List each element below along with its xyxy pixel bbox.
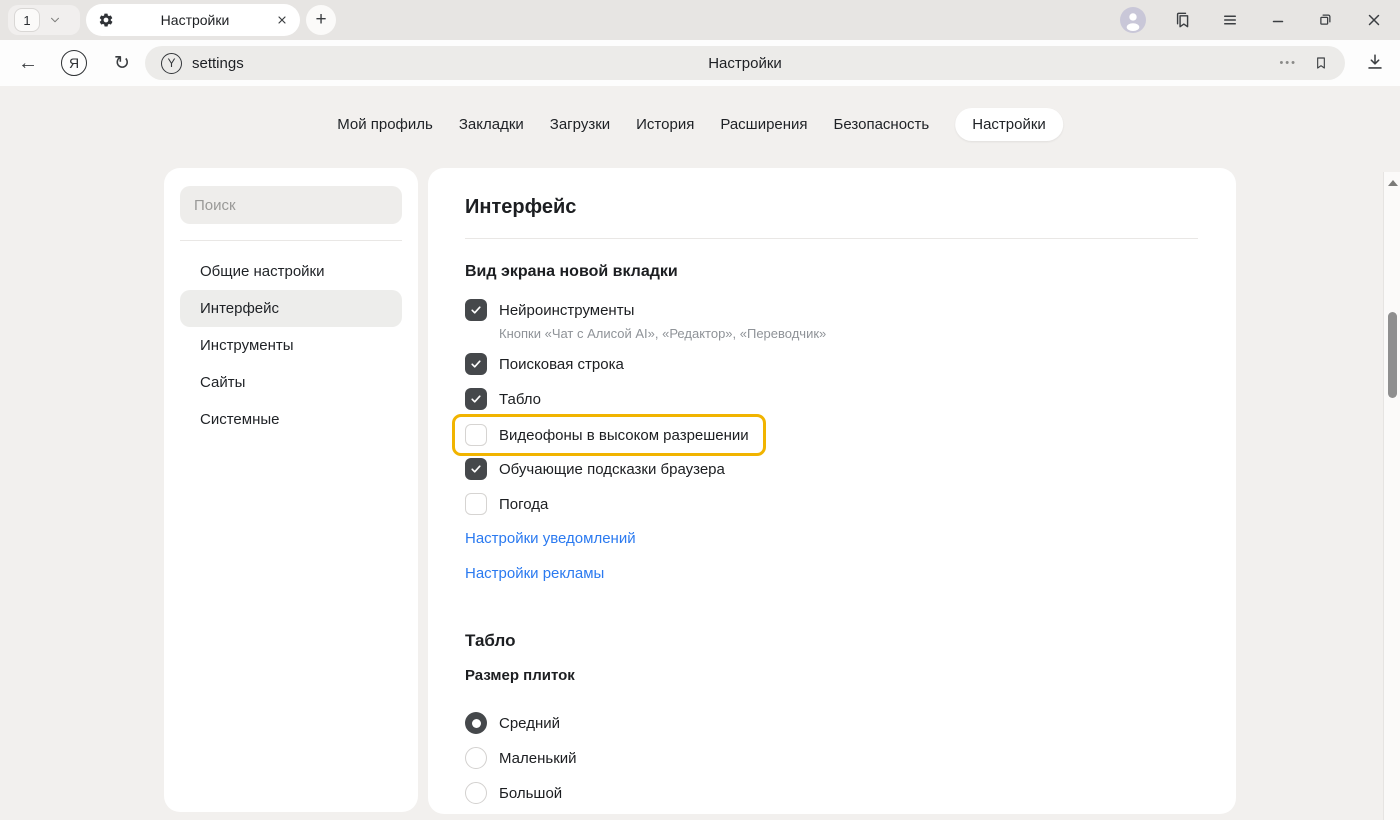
settings-nav-tabs: Мой профиль Закладки Загрузки История Ра… (337, 108, 1063, 141)
address-page-title: Настройки (145, 55, 1345, 72)
back-button[interactable]: ← (14, 49, 42, 77)
checkbox-checked-icon[interactable] (465, 353, 487, 375)
checkbox-row-browser-tips[interactable]: Обучающие подсказки браузера (465, 456, 1198, 482)
section-title-new-tab-view: Вид экрана новой вкладки (465, 261, 1198, 282)
yandex-logo-icon[interactable]: Я (61, 50, 87, 76)
bookmarks-panel-icon[interactable] (1171, 8, 1195, 32)
checkbox-subtitle: Кнопки «Чат с Алисой AI», «Редактор», «П… (499, 325, 1198, 342)
new-tab-button[interactable]: + (306, 5, 336, 35)
page-title: Интерфейс (465, 194, 1198, 220)
highlight-box: Видеофоны в высоком разрешении (452, 414, 766, 456)
checkbox-unchecked-icon[interactable] (465, 424, 487, 446)
bookmark-icon[interactable] (1313, 55, 1329, 71)
radio-unselected-icon[interactable] (465, 747, 487, 769)
search-input[interactable] (180, 186, 402, 224)
nav-tab-history[interactable]: История (636, 108, 694, 141)
tab-bar: 1 Настройки + (0, 0, 1400, 40)
checkbox-label: Поисковая строка (499, 356, 624, 373)
address-url[interactable]: settings (192, 55, 244, 72)
sidebar-divider (180, 240, 402, 241)
checkbox-checked-icon[interactable] (465, 458, 487, 480)
settings-page: Мой профиль Закладки Загрузки История Ра… (0, 86, 1400, 820)
sidebar-list: Общие настройки Интерфейс Инструменты Са… (180, 253, 402, 438)
sidebar-item-general[interactable]: Общие настройки (180, 253, 402, 290)
section-title-tableau: Табло (465, 630, 1198, 652)
nav-tab-extensions[interactable]: Расширения (720, 108, 807, 141)
gear-icon (98, 12, 114, 28)
browser-tab-settings[interactable]: Настройки (86, 4, 300, 36)
window-close-icon[interactable] (1362, 8, 1386, 32)
sidebar-item-tools[interactable]: Инструменты (180, 327, 402, 364)
checkbox-label: Обучающие подсказки браузера (499, 461, 725, 478)
link-notification-settings[interactable]: Настройки уведомлений (465, 529, 636, 549)
sidebar-item-system[interactable]: Системные (180, 401, 402, 438)
checkbox-label: Погода (499, 496, 548, 513)
checkbox-row-tableau[interactable]: Табло (465, 386, 1198, 412)
checkbox-unchecked-icon[interactable] (465, 493, 487, 515)
radio-label: Большой (499, 785, 562, 802)
scrollbar[interactable] (1383, 172, 1400, 820)
nav-tab-profile[interactable]: Мой профиль (337, 108, 433, 141)
more-actions-icon[interactable]: ••• (1279, 57, 1297, 69)
reload-button[interactable]: ↻ (108, 49, 136, 77)
radio-row-medium[interactable]: Средний (465, 710, 1198, 736)
tab-counter[interactable]: 1 (8, 5, 80, 35)
nav-tab-settings[interactable]: Настройки (955, 108, 1063, 141)
tab-count[interactable]: 1 (14, 8, 40, 32)
avatar[interactable] (1120, 7, 1146, 33)
window-restore-icon[interactable] (1313, 8, 1337, 32)
checkbox-row-search-bar[interactable]: Поисковая строка (465, 351, 1198, 377)
checkbox-label: Видеофоны в высоком разрешении (499, 427, 749, 444)
heading-divider (465, 238, 1198, 239)
radio-selected-icon[interactable] (465, 712, 487, 734)
checkbox-label: Табло (499, 391, 541, 408)
scrollbar-thumb[interactable] (1388, 312, 1397, 398)
sidebar-item-sites[interactable]: Сайты (180, 364, 402, 401)
interface-settings-panel: Интерфейс Вид экрана новой вкладки Нейро… (428, 168, 1236, 814)
checkbox-label: Нейроинструменты (499, 302, 634, 319)
site-badge-icon: Y (161, 53, 182, 74)
menu-icon[interactable] (1218, 8, 1242, 32)
tab-close-icon[interactable] (276, 14, 288, 26)
radio-row-small[interactable]: Маленький (465, 745, 1198, 771)
window-minimize-icon[interactable] (1266, 8, 1290, 32)
downloads-icon[interactable] (1364, 51, 1386, 73)
checkbox-checked-icon[interactable] (465, 388, 487, 410)
scrollbar-up-icon[interactable] (1388, 180, 1398, 186)
chevron-down-icon[interactable] (48, 13, 62, 27)
toolbar: ← Я ↻ Y settings Настройки ••• (0, 40, 1400, 86)
radio-unselected-icon[interactable] (465, 782, 487, 804)
radio-label: Средний (499, 715, 560, 732)
nav-tab-bookmarks[interactable]: Закладки (459, 108, 524, 141)
address-bar[interactable]: Y settings Настройки ••• (145, 46, 1345, 80)
nav-tab-downloads[interactable]: Загрузки (550, 108, 610, 141)
checkbox-row-weather[interactable]: Погода (465, 491, 1198, 517)
subsection-title-tile-size: Размер плиток (465, 666, 1198, 686)
settings-sidebar: Общие настройки Интерфейс Инструменты Са… (164, 168, 418, 812)
checkbox-checked-icon[interactable] (465, 299, 487, 321)
tab-title: Настройки (114, 12, 276, 28)
sidebar-item-interface[interactable]: Интерфейс (180, 290, 402, 327)
radio-label: Маленький (499, 750, 577, 767)
checkbox-row-neurotools[interactable]: Нейроинструменты (465, 297, 1198, 323)
radio-row-large[interactable]: Большой (465, 780, 1198, 806)
checkbox-row-video-backgrounds[interactable]: Видеофоны в высоком разрешении (465, 422, 749, 448)
link-ad-settings[interactable]: Настройки рекламы (465, 564, 604, 584)
person-icon (1120, 7, 1146, 33)
nav-tab-security[interactable]: Безопасность (834, 108, 930, 141)
